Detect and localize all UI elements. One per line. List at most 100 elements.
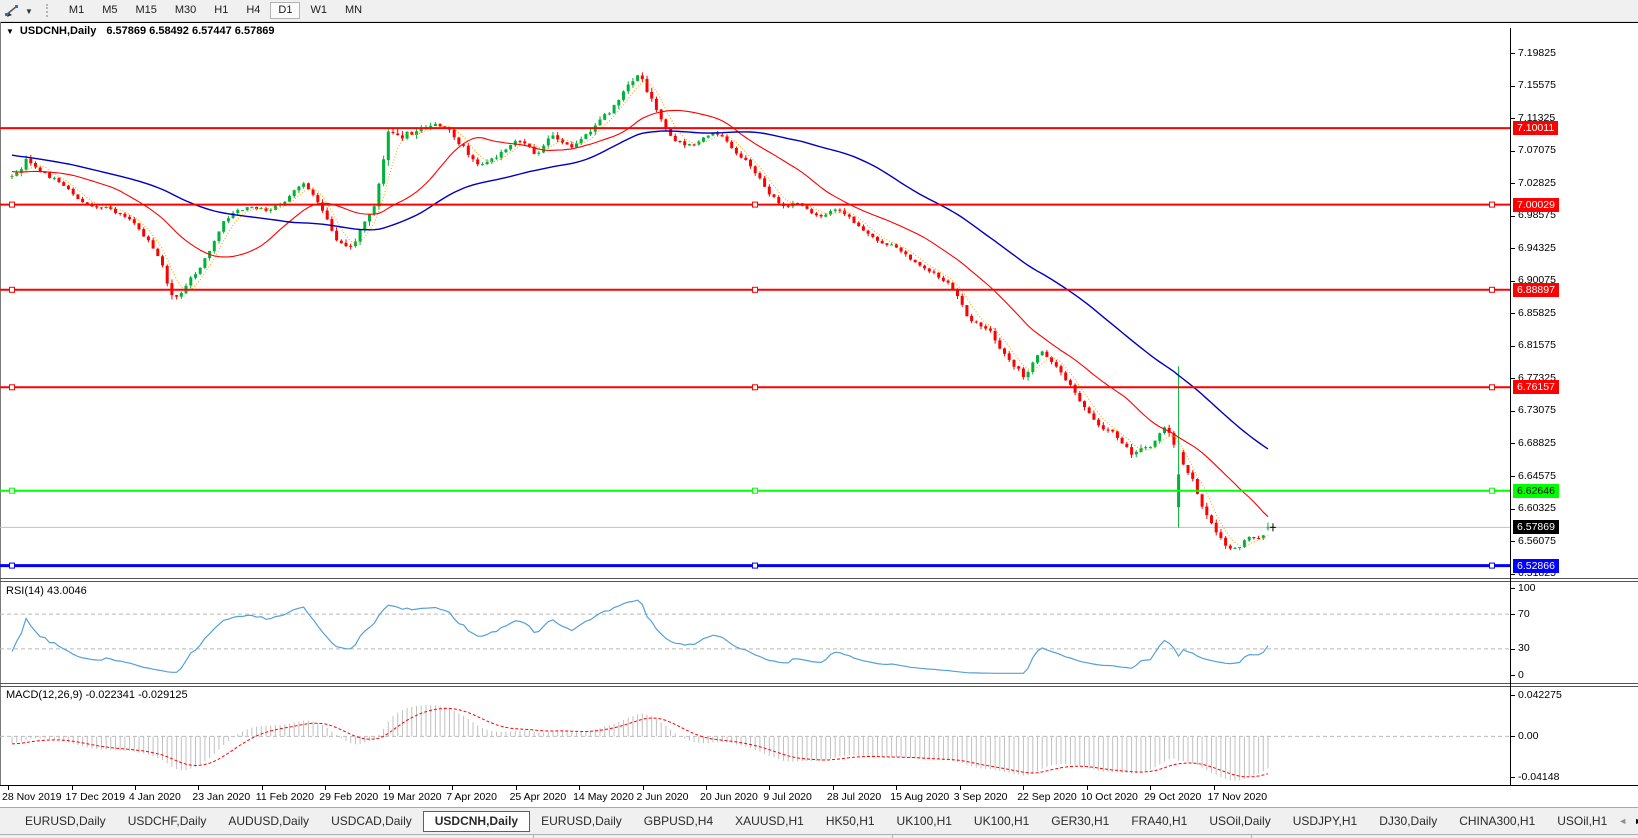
- rsi-axis-label: 70: [1518, 608, 1530, 621]
- axis-tick: [1511, 281, 1515, 282]
- date-tick: [198, 786, 199, 790]
- panel-splitter[interactable]: [0, 686, 1638, 687]
- chart-tab-usdcnh-daily[interactable]: USDCNH,Daily: [423, 811, 530, 832]
- axis-tick: [1511, 777, 1515, 778]
- panel-splitter[interactable]: [0, 683, 1638, 684]
- date-axis-label: 28 Jul 2020: [827, 791, 881, 803]
- date-tick: [1023, 786, 1024, 790]
- chart-tab-eurusd-daily[interactable]: EURUSD,Daily: [530, 811, 633, 832]
- chart-tab-dj30-daily[interactable]: DJ30,Daily: [1368, 811, 1448, 832]
- rsi-axis-label: 30: [1518, 642, 1530, 655]
- rsi-indicator-label: RSI(14) 43.0046: [6, 585, 87, 597]
- rsi-axis-label: 0: [1518, 669, 1524, 682]
- timeframe-toolbar: M1M5M15M30H1H4D1W1MN: [60, 2, 371, 19]
- axis-tick: [1511, 509, 1515, 510]
- axis-tick: [1511, 411, 1515, 412]
- price-level-chip: 7.00029: [1513, 198, 1559, 212]
- chart-tab-usdcad-daily[interactable]: USDCAD,Daily: [320, 811, 423, 832]
- status-bar: [0, 834, 1638, 838]
- date-tick: [706, 786, 707, 790]
- chart-tab-usdjpy-h1[interactable]: USDJPY,H1: [1282, 811, 1368, 832]
- date-axis-label: 14 May 2020: [573, 791, 634, 803]
- date-tick: [579, 786, 580, 790]
- date-tick: [72, 786, 73, 790]
- date-axis-label: 4 Jan 2020: [129, 791, 181, 803]
- chart-tab-eurusd-daily[interactable]: EURUSD,Daily: [14, 811, 117, 832]
- timeframe-button-mn[interactable]: MN: [337, 2, 370, 19]
- chart-tab-usoil-daily[interactable]: USOil,Daily: [1198, 811, 1281, 832]
- axis-tick: [1511, 736, 1515, 737]
- rsi-axis-label: 100: [1518, 582, 1536, 595]
- chart-tab-hk50-h1[interactable]: HK50,H1: [815, 811, 886, 832]
- panel-splitter[interactable]: [0, 578, 1638, 579]
- date-tick: [452, 786, 453, 790]
- tab-scroll-right-icon[interactable]: ►: [1634, 816, 1638, 826]
- date-axis[interactable]: 28 Nov 201917 Dec 20194 Jan 202023 Jan 2…: [0, 785, 1638, 808]
- chevron-down-icon[interactable]: ▼: [25, 7, 33, 16]
- price-axis-label: 6.64575: [1518, 470, 1556, 483]
- chart-tab-gbpusd-h4[interactable]: GBPUSD,H4: [633, 811, 724, 832]
- chart-tab-ger30-h1[interactable]: GER30,H1: [1040, 811, 1120, 832]
- timeframe-button-m30[interactable]: M30: [167, 2, 204, 19]
- line-studies-glyph: [4, 4, 21, 18]
- price-axis-label: 6.56075: [1518, 535, 1556, 548]
- date-tick: [960, 786, 961, 790]
- timeframe-button-h1[interactable]: H1: [206, 2, 236, 19]
- toolbar-grip[interactable]: [46, 4, 51, 17]
- timeframe-button-h4[interactable]: H4: [238, 2, 268, 19]
- chart-tab-usdchf-daily[interactable]: USDCHF,Daily: [117, 811, 218, 832]
- date-axis-label: 7 Apr 2020: [446, 791, 497, 803]
- date-axis-label: 19 Mar 2020: [383, 791, 442, 803]
- axis-tick: [1511, 86, 1515, 87]
- price-axis-label: 6.73075: [1518, 404, 1556, 417]
- date-axis-label: 17 Dec 2019: [66, 791, 126, 803]
- date-axis-label: 20 Jun 2020: [700, 791, 758, 803]
- price-level-chip: 6.88897: [1513, 283, 1559, 297]
- chart-plot-area[interactable]: [0, 28, 1510, 785]
- price-axis-label: 6.94325: [1518, 242, 1556, 255]
- timeframe-button-w1[interactable]: W1: [302, 2, 335, 19]
- chart-tab-xauusd-h1[interactable]: XAUUSD,H1: [724, 811, 815, 832]
- date-tick: [1214, 786, 1215, 790]
- macd-indicator-label: MACD(12,26,9) -0.022341 -0.029125: [6, 689, 188, 701]
- axis-tick: [1511, 675, 1515, 676]
- date-axis-label: 29 Oct 2020: [1144, 791, 1201, 803]
- chart-tab-bar: EURUSD,DailyUSDCHF,DailyAUDUSD,DailyUSDC…: [0, 807, 1638, 834]
- date-axis-label: 17 Nov 2020: [1208, 791, 1268, 803]
- tab-scroll-left-icon[interactable]: ◄: [1618, 816, 1627, 826]
- chart-tab-usoil-h1[interactable]: USOil,H1: [1546, 811, 1618, 832]
- axis-tick: [1511, 614, 1515, 615]
- date-tick: [643, 786, 644, 790]
- axis-tick: [1511, 588, 1515, 589]
- macd-axis-label: -0.04148: [1518, 771, 1559, 784]
- date-axis-label: 2 Jun 2020: [637, 791, 689, 803]
- date-axis-label: 28 Nov 2019: [2, 791, 62, 803]
- axis-tick: [1511, 151, 1515, 152]
- axis-tick: [1511, 378, 1515, 379]
- price-axis-label: 7.07075: [1518, 144, 1556, 157]
- chart-tab-uk100-h1[interactable]: UK100,H1: [963, 811, 1040, 832]
- timeframe-button-m15[interactable]: M15: [127, 2, 164, 19]
- axis-tick: [1511, 53, 1515, 54]
- date-tick: [769, 786, 770, 790]
- toolbar: ▼ M1M5M15M30H1H4D1W1MN: [0, 0, 1638, 22]
- macd-axis-label: 0.00: [1518, 730, 1538, 743]
- axis-tick: [1511, 183, 1515, 184]
- chart-tab-fra40-h1[interactable]: FRA40,H1: [1120, 811, 1198, 832]
- timeframe-button-m1[interactable]: M1: [61, 2, 92, 19]
- chart-tab-china300-h1[interactable]: CHINA300,H1: [1448, 811, 1546, 832]
- date-tick: [8, 786, 9, 790]
- date-axis-label: 29 Feb 2020: [319, 791, 378, 803]
- date-tick: [1150, 786, 1151, 790]
- price-axis-label: 6.81575: [1518, 339, 1556, 352]
- timeframe-button-d1[interactable]: D1: [270, 2, 300, 19]
- chart-tab-audusd-daily[interactable]: AUDUSD,Daily: [217, 811, 320, 832]
- line-studies-icon[interactable]: ▼: [0, 3, 38, 18]
- axis-tick: [1511, 649, 1515, 650]
- date-tick: [833, 786, 834, 790]
- price-level-chip: 6.52866: [1513, 559, 1559, 573]
- price-axis[interactable]: 7.198257.155757.113257.070757.028256.985…: [1510, 28, 1638, 785]
- panel-splitter[interactable]: [0, 581, 1638, 582]
- chart-tab-uk100-h1[interactable]: UK100,H1: [886, 811, 963, 832]
- timeframe-button-m5[interactable]: M5: [94, 2, 125, 19]
